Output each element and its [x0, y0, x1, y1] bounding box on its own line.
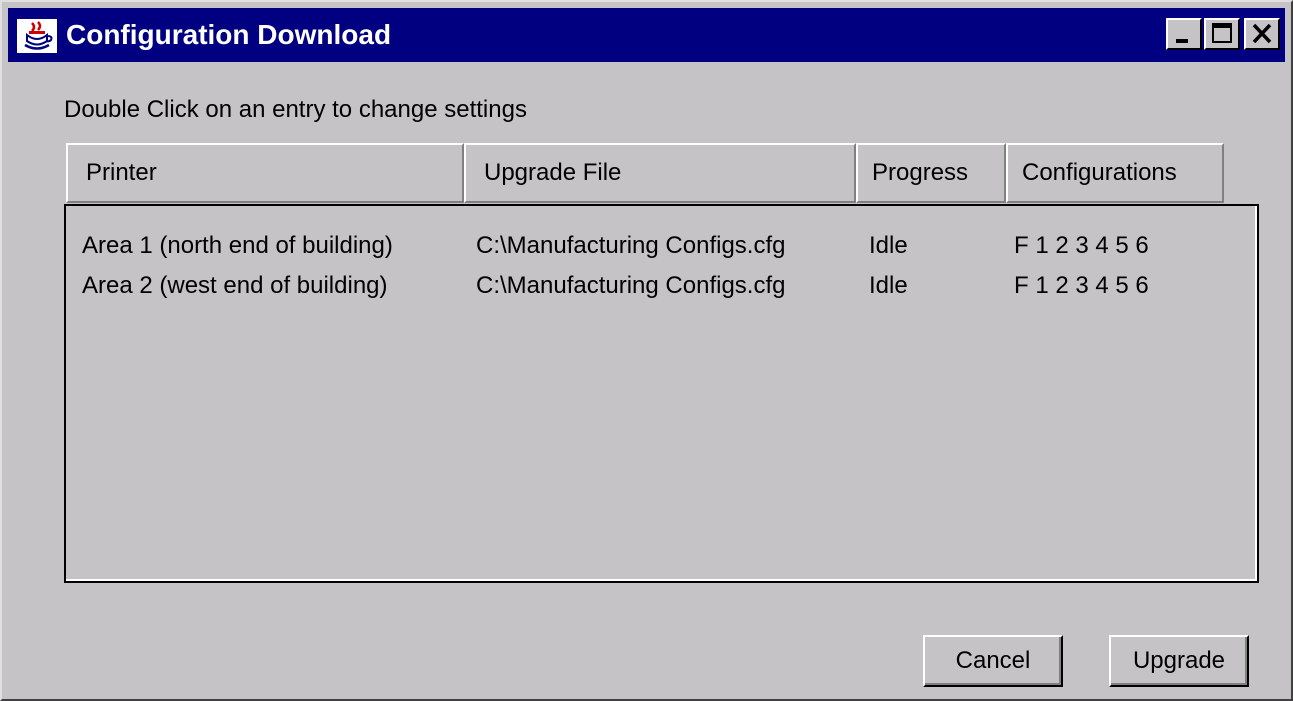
column-header-printer[interactable]: Printer: [66, 143, 464, 203]
configuration-download-window: Configuration Download Double Click on a…: [0, 0, 1293, 701]
minimize-button[interactable]: [1166, 18, 1202, 50]
column-header-upgrade-file[interactable]: Upgrade File: [464, 143, 856, 203]
printer-cell: Area 2 (west end of building): [82, 272, 388, 299]
progress-cell: Idle: [869, 272, 908, 299]
upgrade-file-cell: C:\Manufacturing Configs.cfg: [476, 232, 786, 259]
printer-list[interactable]: Area 1 (north end of building) C:\Manufa…: [64, 204, 1259, 583]
close-button[interactable]: [1244, 18, 1280, 50]
upgrade-button[interactable]: Upgrade: [1109, 635, 1249, 687]
title-bar[interactable]: Configuration Download: [8, 8, 1285, 62]
column-header-progress[interactable]: Progress: [856, 143, 1006, 203]
column-header-configurations[interactable]: Configurations: [1006, 143, 1224, 203]
window-title: Configuration Download: [66, 19, 392, 50]
maximize-button[interactable]: [1204, 18, 1240, 50]
close-icon: [1252, 23, 1272, 44]
minimize-icon: [1176, 39, 1188, 43]
configurations-cell: F 1 2 3 4 5 6: [1014, 272, 1149, 299]
cancel-button[interactable]: Cancel: [923, 635, 1063, 687]
upgrade-file-cell: C:\Manufacturing Configs.cfg: [476, 272, 786, 299]
table-row[interactable]: Area 1 (north end of building) C:\Manufa…: [66, 228, 1256, 264]
progress-cell: Idle: [869, 232, 908, 259]
printer-cell: Area 1 (north end of building): [82, 232, 393, 259]
table-row[interactable]: Area 2 (west end of building) C:\Manufac…: [66, 268, 1256, 304]
configurations-cell: F 1 2 3 4 5 6: [1014, 232, 1149, 259]
instruction-label: Double Click on an entry to change setti…: [64, 96, 527, 123]
app-java-cup-icon[interactable]: [17, 19, 57, 53]
maximize-icon: [1212, 23, 1232, 43]
